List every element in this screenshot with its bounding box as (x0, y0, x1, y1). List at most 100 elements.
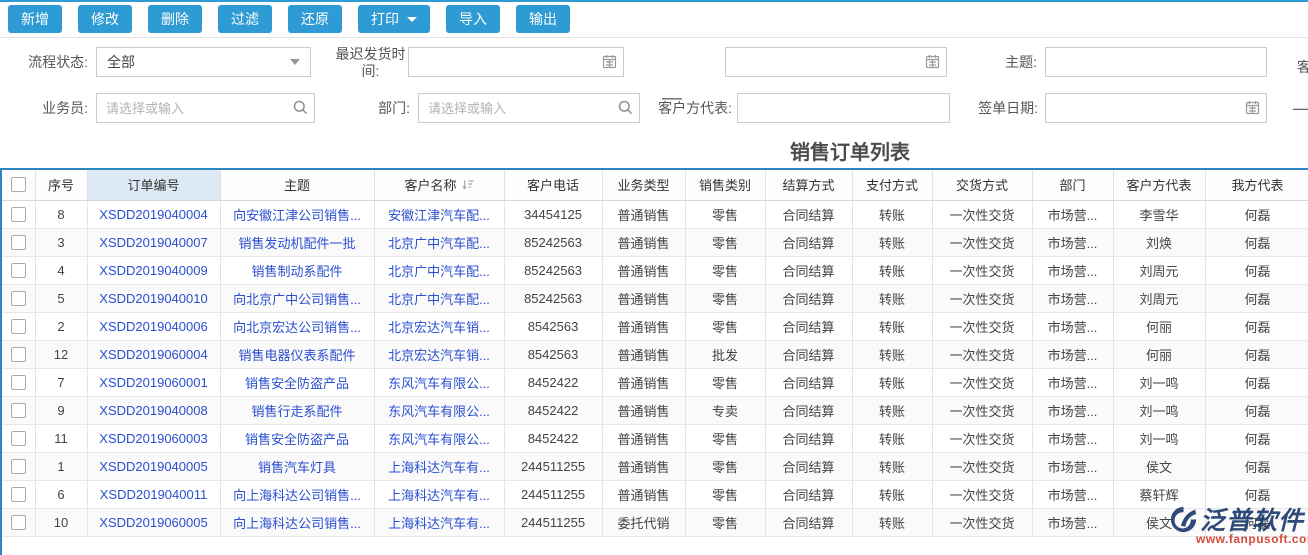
calendar-icon[interactable] (925, 54, 940, 74)
cell-customer-phone: 85242563 (504, 228, 602, 256)
column-header-serial-number[interactable]: 序号 (35, 170, 87, 200)
cell-order-number[interactable]: XSDD2019040011 (87, 480, 220, 508)
process-status-select[interactable]: 全部 (96, 47, 311, 77)
toolbar-button-export[interactable]: 输出 (516, 5, 570, 33)
latest-delivery-from-input[interactable] (408, 47, 624, 77)
toolbar-button-add[interactable]: 新增 (8, 5, 62, 33)
cell-subject[interactable]: 销售制动系配件 (220, 256, 374, 284)
cell-subject[interactable]: 销售发动机配件一批 (220, 228, 374, 256)
cell-customer-name[interactable]: 安徽江津汽车配... (374, 200, 504, 228)
cell-customer-name[interactable]: 上海科达汽车有... (374, 480, 504, 508)
cell-customer-name[interactable]: 北京宏达汽车销... (374, 312, 504, 340)
row-checkbox[interactable] (11, 431, 26, 446)
row-checkbox[interactable] (11, 515, 26, 530)
toolbar-button-delete[interactable]: 删除 (148, 5, 202, 33)
cell-order-number[interactable]: XSDD2019060005 (87, 508, 220, 536)
cell-settlement-method: 合同结算 (765, 452, 852, 480)
cell-customer-name[interactable]: 东风汽车有限公... (374, 368, 504, 396)
row-checkbox[interactable] (11, 291, 26, 306)
column-header-order-number[interactable]: 订单编号 (87, 170, 220, 200)
cell-subject[interactable]: 销售安全防盗产品 (220, 424, 374, 452)
column-header-customer-rep[interactable]: 客户方代表 (1113, 170, 1205, 200)
cell-settlement-method: 合同结算 (765, 200, 852, 228)
toolbar-button-print[interactable]: 打印 (358, 5, 430, 33)
row-checkbox[interactable] (11, 375, 26, 390)
customer-rep-input[interactable] (737, 93, 950, 123)
department-field (418, 93, 640, 123)
cell-order-number[interactable]: XSDD2019040008 (87, 396, 220, 424)
cell-order-number[interactable]: XSDD2019060004 (87, 340, 220, 368)
cell-customer-name[interactable]: 北京宏达汽车销... (374, 340, 504, 368)
cell-subject[interactable]: 销售电器仪表系配件 (220, 340, 374, 368)
department-input[interactable] (418, 93, 640, 123)
cell-payment-method: 转账 (852, 452, 932, 480)
calendar-icon[interactable] (602, 54, 617, 74)
cell-payment-method: 转账 (852, 256, 932, 284)
cell-order-number[interactable]: XSDD2019040005 (87, 452, 220, 480)
cell-customer-rep: 刘一鸣 (1113, 396, 1205, 424)
cell-order-number[interactable]: XSDD2019040007 (87, 228, 220, 256)
cell-customer-name[interactable]: 东风汽车有限公... (374, 424, 504, 452)
latest-delivery-to-input[interactable] (725, 47, 947, 77)
cell-subject[interactable]: 向安徽江津公司销售... (220, 200, 374, 228)
toolbar-button-filter[interactable]: 过滤 (218, 5, 272, 33)
table-row: 4XSDD2019040009销售制动系配件北京广中汽车配...85242563… (2, 256, 1308, 284)
cell-customer-phone: 8452422 (504, 368, 602, 396)
column-header-department[interactable]: 部门 (1032, 170, 1113, 200)
cell-customer-name[interactable]: 北京广中汽车配... (374, 256, 504, 284)
cell-payment-method: 转账 (852, 396, 932, 424)
column-header-delivery-method[interactable]: 交货方式 (932, 170, 1032, 200)
cell-settlement-method: 合同结算 (765, 284, 852, 312)
cell-customer-name[interactable]: 上海科达汽车有... (374, 508, 504, 536)
row-checkbox[interactable] (11, 263, 26, 278)
subject-input[interactable] (1045, 47, 1267, 77)
cell-order-number[interactable]: XSDD2019040004 (87, 200, 220, 228)
row-checkbox[interactable] (11, 319, 26, 334)
cell-subject[interactable]: 销售汽车灯具 (220, 452, 374, 480)
cell-order-number[interactable]: XSDD2019060003 (87, 424, 220, 452)
column-header-customer-name[interactable]: 客户名称 (374, 170, 504, 200)
cell-order-number[interactable]: XSDD2019040010 (87, 284, 220, 312)
row-checkbox[interactable] (11, 459, 26, 474)
row-checkbox[interactable] (11, 207, 26, 222)
cell-customer-name[interactable]: 北京广中汽车配... (374, 228, 504, 256)
column-header-settlement-method[interactable]: 结算方式 (765, 170, 852, 200)
row-checkbox[interactable] (11, 487, 26, 502)
row-checkbox[interactable] (11, 347, 26, 362)
column-header-subject[interactable]: 主题 (220, 170, 374, 200)
search-icon[interactable] (618, 100, 633, 120)
toolbar-button-restore[interactable]: 还原 (288, 5, 342, 33)
cell-customer-name[interactable]: 东风汽车有限公... (374, 396, 504, 424)
cell-subject[interactable]: 向北京宏达公司销售... (220, 312, 374, 340)
cell-order-number[interactable]: XSDD2019040006 (87, 312, 220, 340)
column-header-customer-phone[interactable]: 客户电话 (504, 170, 602, 200)
cell-settlement-method: 合同结算 (765, 228, 852, 256)
calendar-icon[interactable] (1245, 100, 1260, 120)
cell-subject[interactable]: 销售行走系配件 (220, 396, 374, 424)
row-checkbox[interactable] (11, 403, 26, 418)
cell-order-number[interactable]: XSDD2019040009 (87, 256, 220, 284)
sign-date-input[interactable] (1045, 93, 1267, 123)
cell-order-number[interactable]: XSDD2019060001 (87, 368, 220, 396)
column-header-business-type[interactable]: 业务类型 (602, 170, 685, 200)
toolbar-button-edit[interactable]: 修改 (78, 5, 132, 33)
cell-customer-name[interactable]: 上海科达汽车有... (374, 452, 504, 480)
sign-date-label: 签单日期: (958, 100, 1038, 117)
cell-business-type: 普通销售 (602, 256, 685, 284)
search-icon[interactable] (293, 100, 308, 120)
salesperson-input[interactable] (96, 93, 315, 123)
cell-business-type: 普通销售 (602, 424, 685, 452)
column-header-our-rep[interactable]: 我方代表 (1205, 170, 1308, 200)
select-all-checkbox[interactable] (11, 177, 26, 192)
cell-subject[interactable]: 向北京广中公司销售... (220, 284, 374, 312)
row-checkbox[interactable] (11, 235, 26, 250)
column-header-payment-method[interactable]: 支付方式 (852, 170, 932, 200)
cell-subject[interactable]: 销售安全防盗产品 (220, 368, 374, 396)
cell-our-rep: 何磊 (1205, 256, 1308, 284)
toolbar-button-import[interactable]: 导入 (446, 5, 500, 33)
cell-subject[interactable]: 向上海科达公司销售... (220, 508, 374, 536)
cell-customer-phone: 244511255 (504, 508, 602, 536)
cell-subject[interactable]: 向上海科达公司销售... (220, 480, 374, 508)
column-header-sales-category[interactable]: 销售类别 (685, 170, 765, 200)
cell-customer-name[interactable]: 北京广中汽车配... (374, 284, 504, 312)
